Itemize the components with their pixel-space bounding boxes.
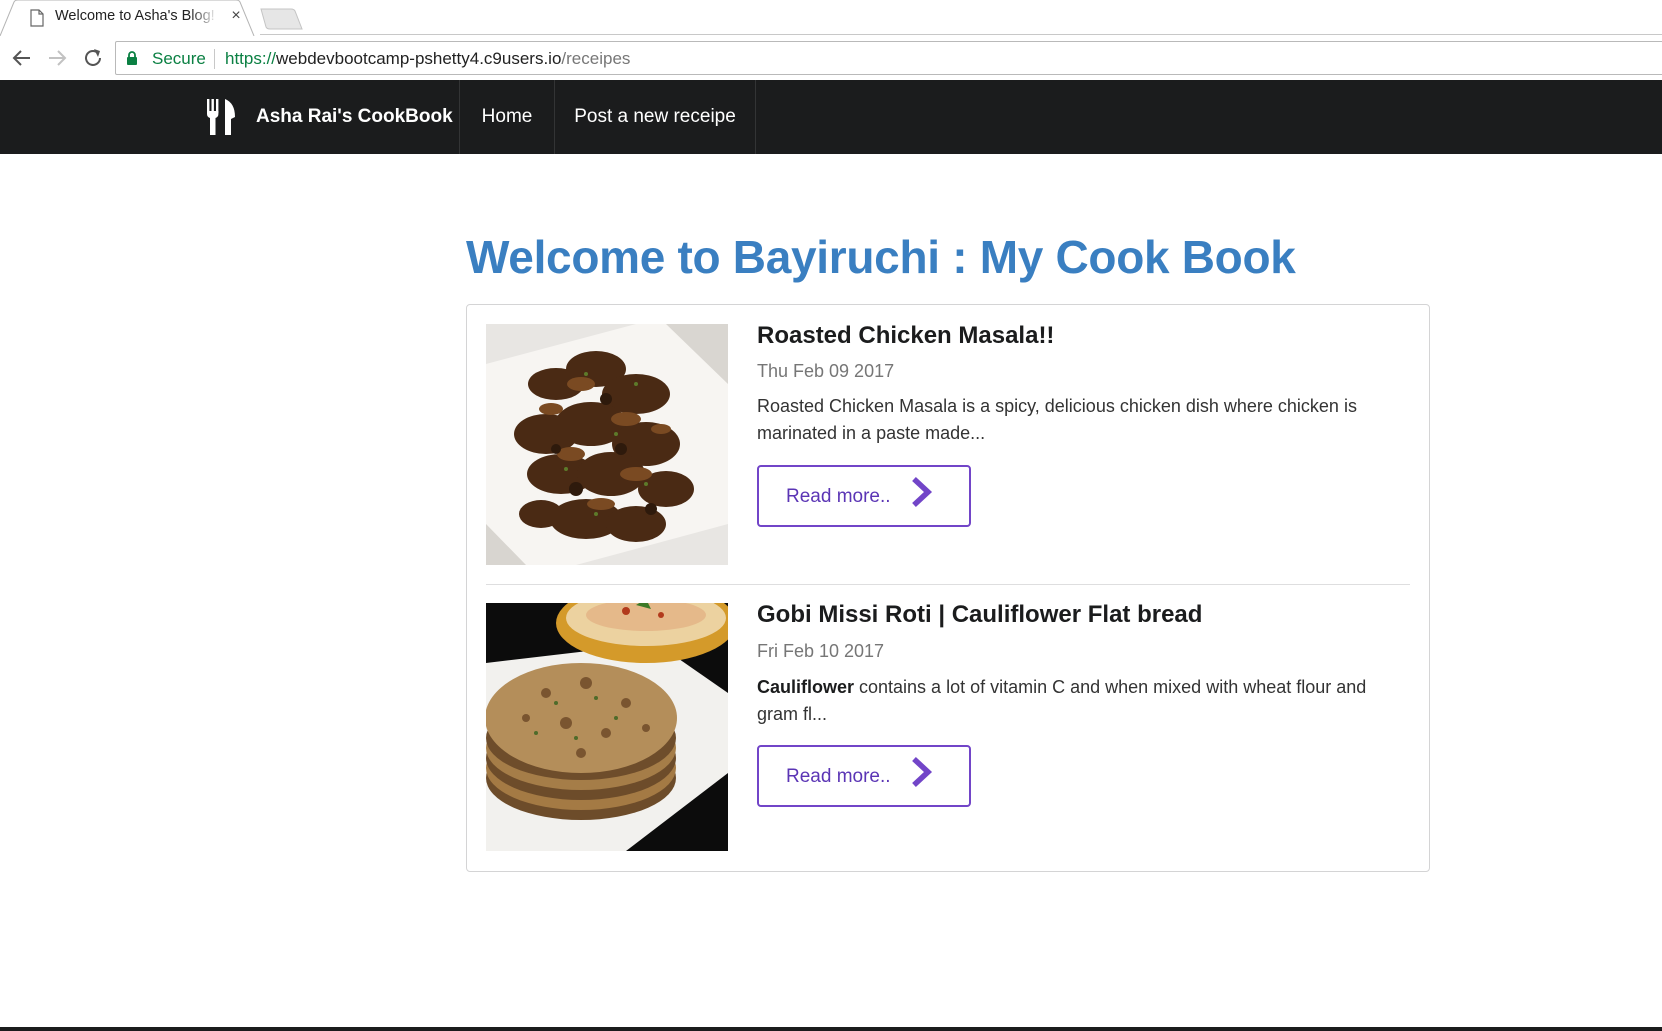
url-scheme: https:// [225, 49, 277, 68]
recipe-date: Thu Feb 09 2017 [757, 361, 895, 381]
back-arrow-icon[interactable] [10, 46, 34, 70]
tab-close-icon[interactable]: × [227, 6, 245, 26]
chevron-right-icon [912, 476, 933, 508]
recipe-description-bold: Cauliflower [757, 677, 855, 697]
recipe-title[interactable]: Roasted Chicken Masala!! [757, 322, 1054, 350]
nav-home[interactable]: Home [460, 80, 555, 154]
recipe-image-gobi-missi-roti[interactable] [486, 603, 728, 851]
nav-post-new-receipe[interactable]: Post a new receipe [555, 80, 756, 154]
read-more-label: Read more.. [786, 766, 891, 787]
roasted-chicken-photo [486, 324, 728, 565]
document-icon [30, 9, 44, 27]
site-navbar: Asha Rai's CookBook Home Post a new rece… [0, 80, 1662, 154]
recipe-date: Fri Feb 10 2017 [757, 641, 885, 661]
url-text[interactable]: https://webdevbootcamp-pshetty4.c9users.… [225, 49, 630, 69]
address-bar[interactable]: Secure https://webdevbootcamp-pshetty4.c… [115, 41, 1662, 75]
browser-tab-active[interactable]: Welcome to Asha's Blog! × [0, 0, 260, 36]
forward-arrow-icon[interactable] [45, 46, 69, 70]
brand-link[interactable]: Asha Rai's CookBook [188, 80, 460, 154]
page-title: Welcome to Bayiruchi : My Cook Book [466, 231, 1296, 283]
lock-icon [127, 51, 137, 65]
new-tab-button[interactable] [258, 8, 304, 30]
recipe-image-roasted-chicken[interactable] [486, 324, 728, 565]
chevron-right-icon [912, 756, 933, 788]
secure-label: Secure [152, 49, 206, 68]
omnibox-separator [214, 49, 215, 69]
flatbread-photo [486, 603, 728, 851]
item-divider [486, 584, 1410, 585]
url-path: /receipes [561, 49, 631, 68]
recipe-title[interactable]: Gobi Missi Roti | Cauliflower Flat bread [757, 601, 1202, 629]
read-more-button[interactable]: Read more.. [757, 745, 971, 807]
recipe-list: Roasted Chicken Masala!! Thu Feb 09 2017… [466, 304, 1430, 872]
reload-icon[interactable] [81, 46, 105, 70]
url-host: webdevbootcamp-pshetty4.c9users.io [276, 49, 562, 68]
tab-title-fade [190, 6, 218, 28]
brand-name: Asha Rai's CookBook [256, 106, 453, 127]
recipe-description: Cauliflower contains a lot of vitamin C … [757, 674, 1407, 728]
recipe-description: Roasted Chicken Masala is a spicy, delic… [757, 396, 1357, 443]
browser-tabstrip: Welcome to Asha's Blog! × [0, 0, 1662, 36]
utensils-icon [207, 99, 235, 135]
browser-toolbar: Secure https://webdevbootcamp-pshetty4.c… [0, 36, 1662, 80]
window-bottom-edge [0, 1027, 1662, 1031]
read-more-button[interactable]: Read more.. [757, 465, 971, 527]
read-more-label: Read more.. [786, 486, 891, 507]
